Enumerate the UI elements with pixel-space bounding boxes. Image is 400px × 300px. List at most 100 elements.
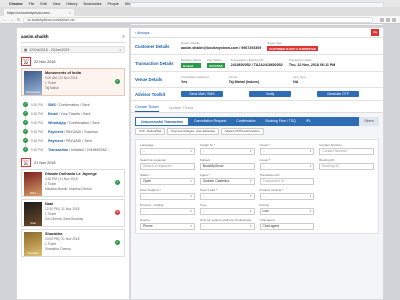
chevron-down-icon: ▾ — [190, 224, 192, 228]
comm-label: SMS / Confirmation / Sent — [48, 102, 90, 107]
subcategory-chips: OTP - Refund/Ref Payment Charged - Auto … — [135, 128, 379, 135]
form-field: Product Vertical * -- ▾ — [259, 188, 315, 200]
back-arrow-icon[interactable]: ← — [3, 17, 7, 22]
tab-create-ticket[interactable]: Create Ticket — [135, 104, 159, 112]
menubar-item[interactable]: History — [66, 2, 77, 6]
booking-card[interactable]: Monuments Monuments of India 9:00 AM | 2… — [21, 68, 125, 96]
form-field: Booking ID Booking ID — [319, 158, 374, 170]
extension-icon[interactable] — [380, 17, 384, 22]
select-field[interactable]: -- ▾ — [259, 148, 315, 155]
comm-item[interactable]: ✓ 9:30 PM WhatsApp / Confirmation / Sent — [23, 118, 125, 127]
menubar-item[interactable]: Bookmarks — [84, 2, 102, 6]
text-input[interactable]: Chat agent — [259, 223, 315, 230]
form-field: Type -- ▾ — [199, 203, 255, 215]
field-label: Contact Number — [319, 143, 342, 147]
field-value: 2418692052 / TAJA2418692052 — [230, 63, 283, 67]
comm-item[interactable]: ✓ 9:30 PM SMS / Confirmation / Sent — [23, 100, 125, 109]
category-tab[interactable]: Booking Flow / TDQ — [261, 117, 301, 126]
menubar-app[interactable]: Chrome — [9, 2, 23, 6]
browser-tab[interactable]: https://cs.bookmyshow.com/... × — [4, 9, 74, 16]
url-input[interactable]: cs.bookmyshow.com/#/user-cs/ — [23, 16, 373, 23]
select-field[interactable]: -- ▾ — [259, 163, 315, 170]
form-field: Contact Number Contact Number — [319, 143, 374, 155]
search-icon[interactable]: ⌕ — [122, 34, 125, 40]
category-tab[interactable]: Cancellation Request — [189, 117, 231, 126]
chevron-down-icon: ▾ — [119, 47, 121, 52]
transaction-id: Transaction / Booking ID 2418692052 / TA… — [231, 58, 283, 68]
select-field[interactable]: -- ▾ — [199, 223, 255, 230]
select-field[interactable]: Open ▾ — [140, 178, 195, 185]
section-title: Venue Details — [135, 77, 163, 82]
status-badge: SUCCESS — [207, 63, 225, 68]
category-tab[interactable]: Unsuccessful Transaction — [135, 117, 190, 126]
generate-otp-button[interactable]: Generate OTP — [317, 91, 359, 97]
category-tabs: Unsuccessful Transaction Cancellation Re… — [135, 117, 379, 126]
date-range-picker[interactable]: ▦ 22/Oct/2018 - 23/Jan/2019 ▾ — [21, 46, 125, 53]
extension-icon[interactable] — [392, 17, 396, 22]
booking-card[interactable]: Naal Naal 12:30 PM | 21 Nov 2018 1 Ticke… — [21, 199, 125, 227]
field-label: Agent * — [199, 173, 210, 177]
subcategory-chip[interactable]: Payment Charged - Auto Refunded — [167, 128, 219, 135]
field-label: Transaction / Booking ID — [230, 58, 264, 62]
select-field[interactable]: -- ▾ — [140, 208, 195, 215]
chevron-down-icon: ▾ — [190, 179, 192, 183]
comm-item[interactable]: ✓ 9:30 PM Transaction / Initiated / 2418… — [23, 145, 125, 154]
field-label: Language — [140, 143, 154, 147]
back-link[interactable]: ‹ Airways — [135, 31, 150, 35]
field-value: Contact Number — [322, 149, 347, 153]
select-field[interactable]: -- ▾ — [199, 208, 255, 215]
comm-label: WhatsApp / Confirmation / Sent — [48, 120, 100, 125]
text-input[interactable]: Transaction ID — [259, 178, 315, 185]
text-input[interactable]: Booking ID — [319, 163, 374, 170]
category-tab[interactable]: Confirmation — [231, 117, 260, 126]
comm-item[interactable]: ✓ 9:30 PM Payment / PAYUADI / Sent — [23, 136, 125, 145]
reload-icon[interactable]: ↻ — [17, 17, 20, 22]
field-value: Yes — [181, 80, 188, 84]
comm-item[interactable]: ✓ 9:30 PM Payment / PAYUADI / Success — [23, 127, 125, 136]
select-field[interactable]: Low ▾ — [259, 208, 315, 215]
booking-card[interactable]: DDLJ Dilwale Dulhania Le Jayenge 3:30 PM… — [21, 169, 125, 197]
form-field: Chat agent Chat agent — [259, 218, 315, 230]
text-input[interactable]: Search a requester — [140, 163, 195, 170]
extension-icon[interactable] — [386, 17, 390, 22]
close-icon[interactable]: × — [69, 11, 71, 15]
check-icon: ✓ — [23, 138, 28, 143]
comm-item[interactable]: ✓ 9:30 PM Email / Your Tickets / Sent — [23, 109, 125, 118]
category-tab[interactable]: Others — [358, 117, 379, 126]
booking-info: Monuments of India 9:00 AM | 22 Nov 2018… — [45, 71, 81, 93]
field-value: NA — [293, 80, 299, 84]
subcategory-chip[interactable]: Shared OTP/Credit Voucher — [220, 128, 264, 135]
booking-tickets: 1 Ticket — [45, 182, 56, 186]
booking-info: Sharabha 10:00 PM | 21 Nov 2018 1 Ticket… — [45, 232, 79, 254]
text-input[interactable]: BookMyShow — [199, 163, 255, 170]
forward-arrow-icon[interactable]: → — [10, 17, 14, 22]
select-field[interactable]: -- ▾ — [199, 148, 255, 155]
poster-caption: Monuments — [26, 91, 40, 94]
field-label: Group * — [259, 143, 271, 147]
field-value: Chat agent — [262, 224, 280, 228]
booking-status: Booking Status Booked — [181, 58, 202, 68]
select-field[interactable]: Phone ▾ — [140, 223, 195, 230]
tab-update-ticket[interactable]: Update Ticket — [169, 105, 193, 112]
field-label: Floor Support * — [140, 188, 161, 192]
field-value: Search a requester — [143, 164, 172, 168]
select-field[interactable]: -- ▾ — [140, 193, 195, 200]
select-field[interactable]: -- ▾ — [199, 193, 255, 200]
menubar-item[interactable]: People — [108, 2, 119, 6]
subcategory-chip[interactable]: OTP - Refund/Ref — [135, 128, 166, 135]
text-input[interactable]: Contact Number — [319, 148, 374, 155]
chevron-down-icon: ▾ — [249, 224, 252, 228]
select-field[interactable]: -- ▾ — [259, 193, 315, 200]
day-number: 22 — [24, 61, 28, 65]
select-field[interactable]: Godwin Castelino ▾ — [199, 178, 255, 185]
booking-venue: Taj Mahal — [45, 86, 59, 90]
category-tab[interactable]: IPL — [301, 117, 316, 126]
verify-button[interactable]: Verify — [249, 91, 291, 97]
send-mail-sms-button[interactable]: Send Mail / SMS — [181, 91, 223, 97]
day-badge: NOV 22 — [21, 57, 31, 66]
menubar-item[interactable]: File — [29, 2, 35, 6]
menubar-item[interactable]: View — [53, 2, 61, 6]
booking-card[interactable]: Sharabha Sharabha 10:00 PM | 21 Nov 2018… — [21, 229, 125, 257]
select-field[interactable]: -- ▾ — [140, 148, 195, 155]
menubar-item[interactable]: Edit — [40, 2, 46, 6]
